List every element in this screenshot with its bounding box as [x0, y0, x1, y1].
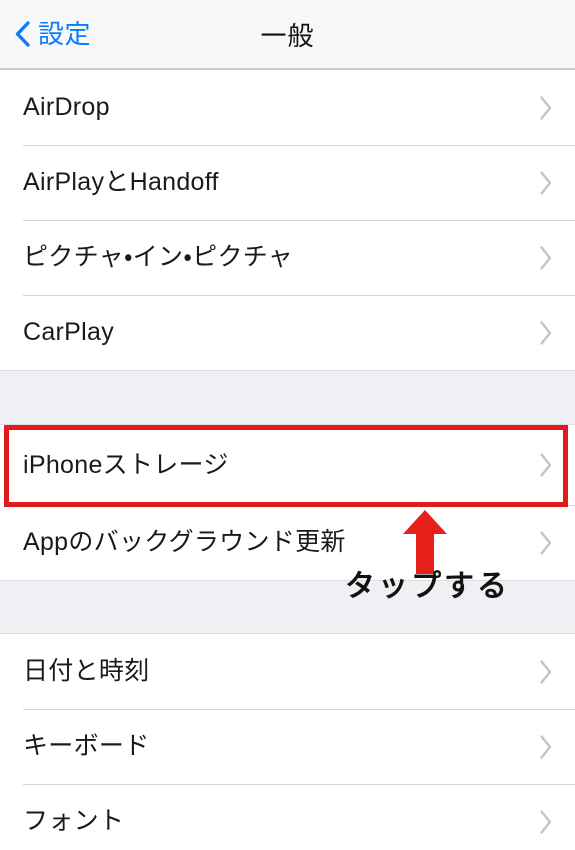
settings-row-fonts[interactable]: フォント — [0, 784, 575, 850]
settings-row-airdrop[interactable]: AirDrop — [0, 70, 575, 145]
row-label: Appのバックグラウンド更新 — [23, 528, 346, 556]
section-gap — [0, 580, 575, 634]
chevron-right-icon — [540, 734, 552, 759]
row-label: AirDrop — [23, 93, 110, 121]
settings-general-screen: 設定 一般 AirDrop AirPlayとHandoff ピクチャ・イン・ピク… — [0, 0, 575, 850]
settings-row-airplay-handoff[interactable]: AirPlayとHandoff — [0, 145, 575, 220]
settings-row-iphone-storage[interactable]: iPhoneストレージ — [0, 425, 575, 505]
row-label: AirPlayとHandoff — [23, 168, 219, 196]
section-storage: iPhoneストレージ Appのバックグラウンド更新 — [0, 425, 575, 580]
section-system: 日付と時刻 キーボード フォント — [0, 634, 575, 850]
settings-list: AirDrop AirPlayとHandoff ピクチャ・イン・ピクチャ Car… — [0, 70, 575, 850]
row-label: キーボード — [23, 732, 150, 760]
chevron-right-icon — [540, 809, 552, 834]
settings-row-keyboard[interactable]: キーボード — [0, 709, 575, 784]
settings-row-carplay[interactable]: CarPlay — [0, 295, 575, 370]
row-label: フォント — [23, 807, 125, 835]
chevron-right-icon — [540, 453, 552, 477]
chevron-right-icon — [540, 530, 552, 555]
settings-row-picture-in-picture[interactable]: ピクチャ・イン・ピクチャ — [0, 220, 575, 295]
section-gap — [0, 370, 575, 425]
section-connectivity: AirDrop AirPlayとHandoff ピクチャ・イン・ピクチャ Car… — [0, 70, 575, 370]
chevron-right-icon — [540, 245, 552, 270]
chevron-right-icon — [540, 170, 552, 195]
back-button[interactable]: 設定 — [14, 0, 91, 68]
row-label: 日付と時刻 — [23, 657, 150, 685]
settings-row-background-app-refresh[interactable]: Appのバックグラウンド更新 — [0, 505, 575, 580]
chevron-left-icon — [15, 21, 30, 47]
chevron-right-icon — [540, 320, 552, 345]
chevron-right-icon — [540, 95, 552, 120]
row-label: iPhoneストレージ — [23, 450, 229, 479]
navigation-bar: 設定 一般 — [0, 0, 575, 70]
row-label: ピクチャ・イン・ピクチャ — [23, 243, 294, 271]
row-label: CarPlay — [23, 318, 115, 346]
chevron-right-icon — [540, 659, 552, 684]
back-button-label: 設定 — [38, 19, 92, 49]
settings-row-date-time[interactable]: 日付と時刻 — [0, 634, 575, 709]
